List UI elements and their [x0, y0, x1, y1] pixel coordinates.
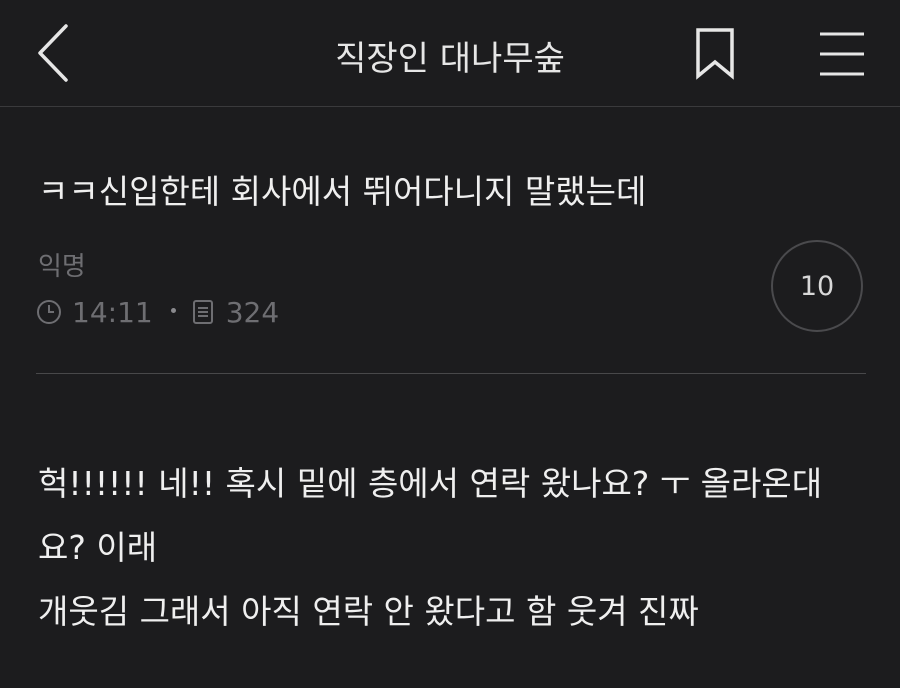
bookmark-icon: [696, 28, 734, 80]
post-body-line: 요? 이래: [38, 528, 158, 567]
post-author: 익명: [38, 252, 86, 282]
menu-button[interactable]: [814, 28, 870, 80]
post-time: 14:11: [72, 295, 153, 329]
post-title: ㅋㅋ신입한테 회사에서 뛰어다니지 말랬는데: [38, 172, 647, 211]
view-count: 324: [225, 295, 280, 329]
post-body-line: 헉!!!!!! 네!! 혹시 밑에 층에서 연락 왔나요? ㅜ 올라온대: [38, 464, 823, 503]
bookmark-button[interactable]: [692, 26, 740, 82]
divider: [36, 373, 866, 374]
page-title: 직장인 대나무숲: [335, 39, 565, 79]
post-body: 헉!!!!!! 네!! 혹시 밑에 층에서 연락 왔나요? ㅜ 올라온대 요? …: [38, 452, 868, 644]
hamburger-menu-icon: [820, 32, 864, 76]
clock-icon: [37, 300, 61, 324]
post-body-line: 개웃김 그래서 아직 연락 안 왔다고 함 웃겨 진짜: [38, 592, 699, 631]
app-header: 직장인 대나무숲: [0, 0, 900, 107]
separator-dot: [170, 307, 176, 313]
comment-count-button[interactable]: 10: [771, 240, 863, 332]
post-meta: 14:11 324: [36, 294, 279, 330]
document-icon: [192, 300, 213, 324]
